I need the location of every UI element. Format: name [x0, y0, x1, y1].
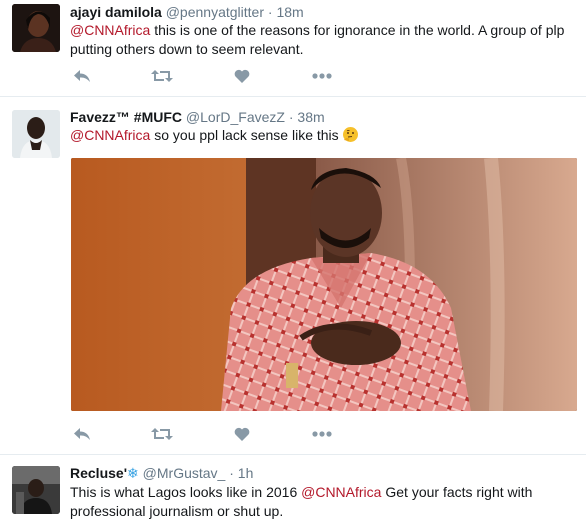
author-name[interactable]: Favezz™ #MUFC [70, 109, 182, 125]
tweet-header: ajayi damilola @pennyatglitter · 18m [70, 3, 304, 21]
tweet-header: Favezz™ #MUFC @LorD_FavezZ · 38m [70, 108, 325, 126]
timestamp[interactable]: 1h [238, 465, 254, 481]
tweet-text: @CNNAfrica so you ppl lack sense like th… [70, 126, 570, 145]
tweet-text: @CNNAfrica this is one of the reasons fo… [70, 21, 570, 59]
timestamp[interactable]: 38m [297, 109, 324, 125]
tweet-text-content: so you ppl lack sense like this [150, 127, 343, 143]
like-icon[interactable] [230, 66, 254, 86]
author-handle[interactable]: @pennyatglitter [166, 4, 264, 20]
tweet-text-content: This is what Lagos looks like in 2016 [70, 484, 302, 500]
retweet-icon[interactable] [150, 424, 174, 444]
tweet-actions [70, 424, 370, 444]
mention-link[interactable]: @CNNAfrica [70, 22, 150, 38]
separator: · [288, 109, 294, 125]
tweet-header: Recluse'❄ @MrGustav_ · 1h [70, 464, 253, 482]
author-handle[interactable]: @LorD_FavezZ [186, 109, 285, 125]
retweet-icon[interactable] [150, 66, 174, 86]
avatar[interactable] [12, 110, 60, 158]
avatar[interactable] [12, 466, 60, 514]
author-name[interactable]: Recluse' [70, 465, 127, 481]
tweet-1[interactable]: ajayi damilola @pennyatglitter · 18m @CN… [0, 0, 586, 96]
tweet-text: This is what Lagos looks like in 2016 @C… [70, 483, 570, 521]
author-name[interactable]: ajayi damilola [70, 4, 162, 20]
tweet-media-image[interactable] [71, 158, 577, 411]
tweet-actions [70, 66, 370, 86]
tweet-3[interactable]: Recluse'❄ @MrGustav_ · 1h This is what L… [0, 455, 586, 520]
separator: · [229, 465, 234, 481]
separator: · [267, 4, 273, 20]
author-handle[interactable]: @MrGustav_ [143, 465, 226, 481]
mention-link[interactable]: @CNNAfrica [70, 127, 150, 143]
like-icon[interactable] [230, 424, 254, 444]
timestamp[interactable]: 18m [276, 4, 303, 20]
reply-icon[interactable] [70, 66, 94, 86]
reply-icon[interactable] [70, 424, 94, 444]
snowflake-icon: ❄ [127, 465, 139, 481]
thinking-emoji-icon [342, 127, 358, 142]
more-icon[interactable] [310, 66, 334, 86]
mention-link[interactable]: @CNNAfrica [301, 484, 381, 500]
more-icon[interactable] [310, 424, 334, 444]
avatar[interactable] [12, 4, 60, 52]
